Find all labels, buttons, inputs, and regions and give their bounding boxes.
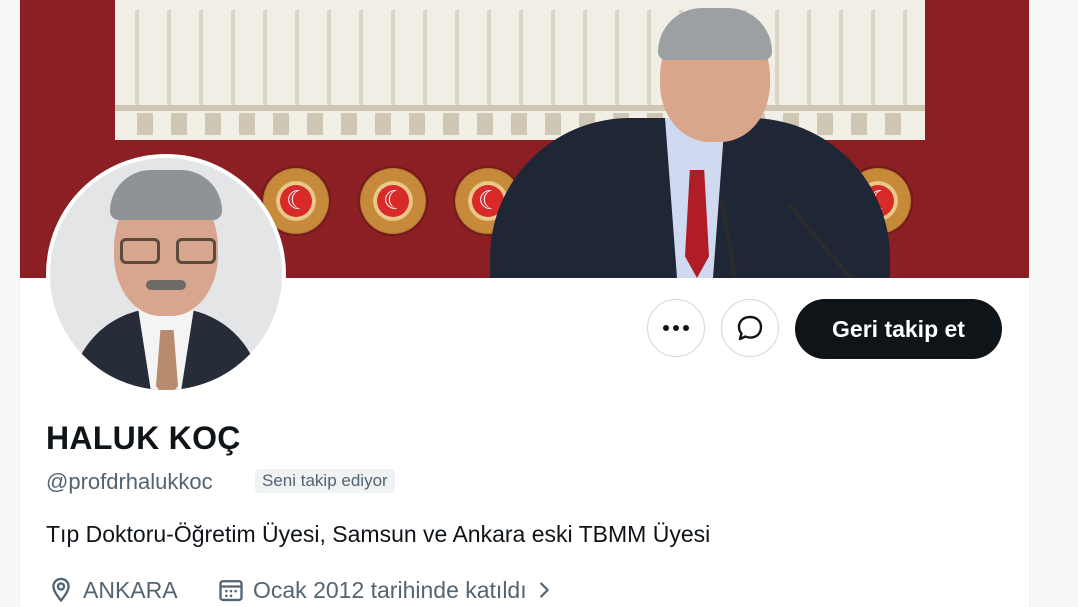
more-options-button[interactable] bbox=[647, 299, 705, 357]
display-name: HALUK KOÇ bbox=[46, 420, 241, 456]
follow-back-button[interactable]: Geri takip et bbox=[795, 299, 1002, 359]
profile-joined-date[interactable]: Ocak 2012 tarihinde katıldı bbox=[217, 576, 563, 604]
more-options-icon bbox=[663, 325, 689, 331]
chevron-right-icon bbox=[539, 582, 549, 598]
joined-text: Ocak 2012 tarihinde katıldı bbox=[253, 576, 527, 603]
profile-avatar[interactable] bbox=[46, 154, 286, 394]
username-handle: @profdrhalukkoc bbox=[46, 469, 213, 494]
follows-you-badge: Seni takip ediyor bbox=[255, 469, 395, 493]
message-icon bbox=[737, 315, 763, 341]
calendar-icon bbox=[219, 580, 243, 602]
location-text: ANKARA bbox=[83, 576, 178, 603]
location-pin-icon bbox=[52, 577, 70, 603]
profile-location: ANKARA bbox=[47, 576, 178, 604]
left-column-edge bbox=[0, 0, 20, 607]
profile-bio: Tıp Doktoru-Öğretim Üyesi, Samsun ve Ank… bbox=[46, 521, 711, 547]
message-button[interactable] bbox=[721, 299, 779, 357]
right-column-edge bbox=[1029, 0, 1078, 607]
banner-person bbox=[490, 0, 890, 278]
banner-emblem bbox=[357, 165, 429, 237]
